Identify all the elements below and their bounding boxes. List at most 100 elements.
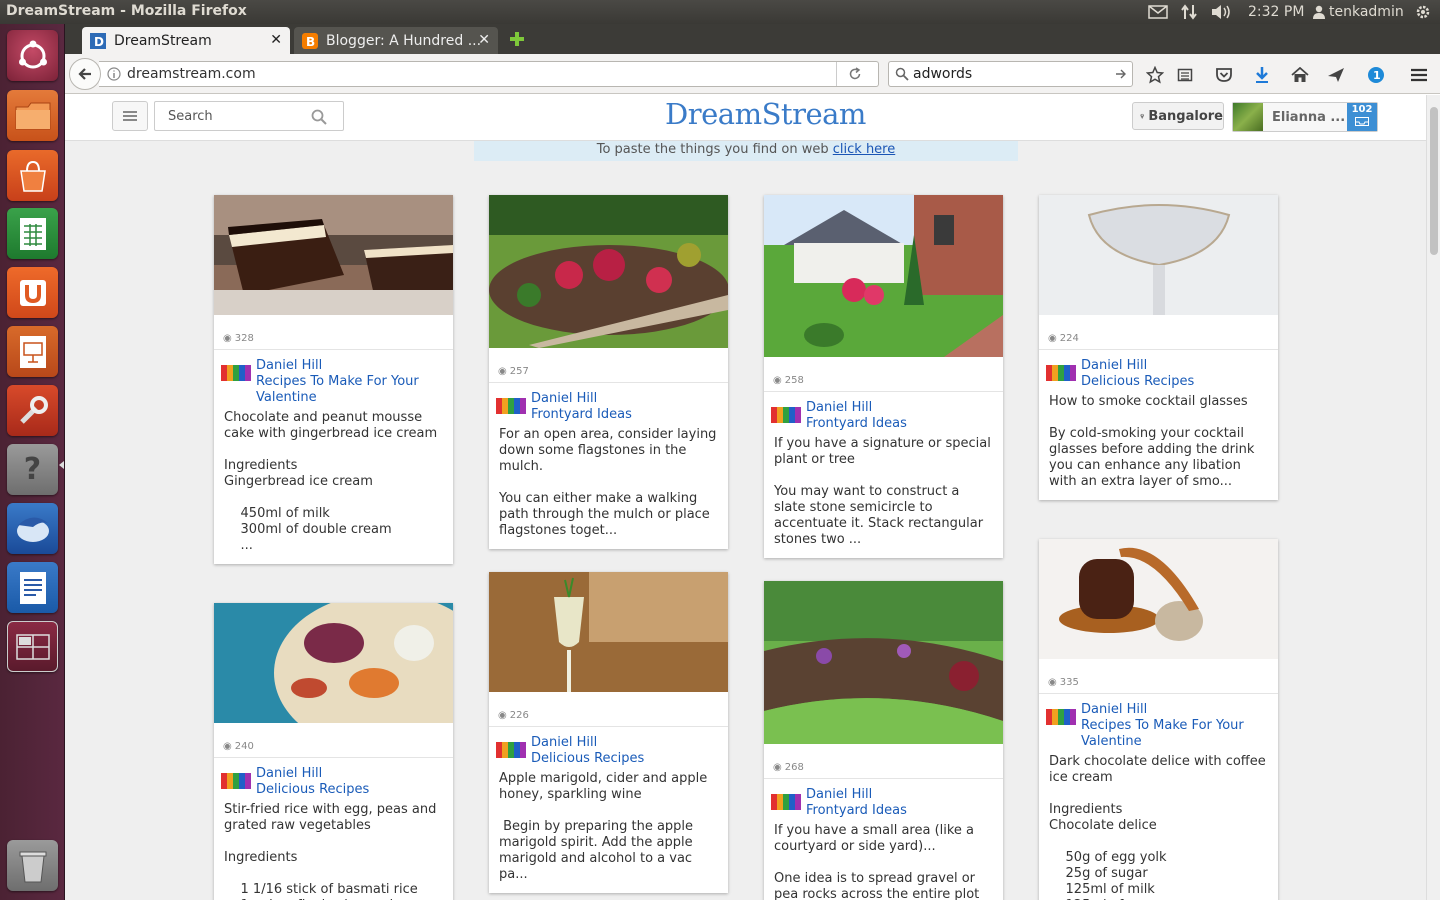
board-name-link[interactable]: Frontyard Ideas [806, 416, 993, 432]
board-name-link[interactable]: Frontyard Ideas [531, 407, 718, 423]
libreoffice-calc-icon[interactable] [7, 208, 58, 259]
workspace-switcher-icon[interactable] [7, 621, 58, 672]
scrollbar-thumb[interactable] [1430, 107, 1438, 255]
libreoffice-writer-icon[interactable] [7, 562, 58, 613]
pin-image-sparkling-wine[interactable] [489, 572, 728, 692]
pin-image-fried-rice[interactable] [214, 603, 453, 723]
reload-icon[interactable] [848, 67, 862, 81]
ubuntu-one-icon[interactable] [7, 267, 58, 318]
pin-image-chocolate-delice[interactable] [1039, 539, 1278, 659]
pin-image-sloped-garden[interactable] [764, 581, 1003, 744]
eye-icon: ◉ [1048, 332, 1057, 344]
pin-card[interactable]: ◉ 257 Daniel Hill Frontyard Ideas For an … [489, 195, 728, 549]
pin-image-garden-flagstones[interactable] [489, 195, 728, 348]
firefox-window: D DreamStream ✕ B Blogger: A Hundred ...… [65, 24, 1440, 900]
tab-close-icon[interactable]: ✕ [270, 32, 282, 48]
pin-image-frontyard-house[interactable] [764, 195, 1003, 357]
tab-close-icon[interactable]: ✕ [478, 32, 490, 48]
author-name-link[interactable]: Daniel Hill [531, 391, 718, 407]
tab-dreamstream[interactable]: D DreamStream ✕ [82, 27, 290, 54]
pin-card[interactable]: ◉ 226 Daniel Hill Delicious Recipes Apple… [489, 572, 728, 893]
volume-icon[interactable] [1210, 0, 1232, 24]
hamburger-menu-icon[interactable] [1408, 64, 1430, 86]
view-count-value: 335 [1059, 676, 1079, 688]
site-search-input[interactable]: Search [154, 101, 344, 131]
clock[interactable]: 2:32 PM [1248, 0, 1304, 24]
settings-gear-icon[interactable] [1414, 0, 1432, 24]
tab-blogger[interactable]: B Blogger: A Hundred ... ✕ [294, 27, 498, 54]
author-logo-icon [771, 407, 801, 423]
help-icon[interactable]: ? [7, 444, 58, 495]
libreoffice-impress-icon[interactable] [7, 326, 58, 377]
author-name-link[interactable]: Daniel Hill [806, 400, 993, 416]
author-name-link[interactable]: Daniel Hill [806, 787, 993, 803]
paste-banner-text: To paste the things you find on web [596, 142, 829, 157]
pin-card[interactable]: ◉ 258 Daniel Hill Frontyard Ideas If you … [764, 195, 1003, 558]
pin-author: Daniel Hill Delicious Recipes [489, 727, 728, 767]
software-center-icon[interactable] [7, 150, 58, 201]
author-logo-icon [221, 365, 251, 381]
system-settings-icon[interactable] [7, 385, 58, 436]
author-name-link[interactable]: Daniel Hill [1081, 702, 1268, 718]
site-header: Search DreamStream Bangalore Elianna ...… [65, 95, 1426, 141]
pin-card[interactable]: ◉ 268 Daniel Hill Frontyard Ideas If you … [764, 581, 1003, 900]
board-name-link[interactable]: Recipes To Make For Your Valentine [1081, 718, 1268, 750]
page-scrollbar[interactable] [1426, 95, 1440, 900]
user-account-button[interactable]: Elianna ... 102 [1232, 102, 1378, 132]
pin-card[interactable]: ◉ 328 Daniel Hill Recipes To Make For You… [214, 195, 453, 564]
board-name-link[interactable]: Delicious Recipes [531, 751, 718, 767]
files-folder-icon[interactable] [7, 90, 58, 141]
search-icon[interactable] [311, 109, 327, 125]
click-here-link[interactable]: click here [833, 142, 895, 157]
board-name-link[interactable]: Delicious Recipes [1081, 374, 1268, 390]
eye-icon: ◉ [773, 761, 782, 773]
author-name-link[interactable]: Daniel Hill [256, 766, 443, 782]
pin-card[interactable]: ◉ 335 Daniel Hill Recipes To Make For You… [1039, 539, 1278, 900]
author-name-link[interactable]: Daniel Hill [531, 735, 718, 751]
bookmark-star-icon[interactable] [1144, 64, 1166, 86]
pin-description: How to smoke cocktail glasses By cold-sm… [1049, 394, 1255, 489]
svg-text:D: D [94, 35, 104, 49]
pin-image-cocktail-glass[interactable] [1039, 195, 1278, 315]
blogger-favicon-icon: B [302, 32, 318, 49]
site-logo[interactable]: DreamStream [665, 97, 866, 131]
system-username: tenkadmin [1329, 4, 1404, 20]
pin-card[interactable]: ◉ 224 Daniel Hill Delicious Recipes How t… [1039, 195, 1278, 500]
notification-badge[interactable]: 102 [1347, 103, 1377, 131]
board-name-link[interactable]: Frontyard Ideas [806, 803, 993, 819]
info-icon[interactable] [107, 67, 121, 81]
svg-text:B: B [306, 35, 315, 49]
view-count: ◉ 258 [764, 357, 1003, 392]
author-name-link[interactable]: Daniel Hill [256, 358, 443, 374]
reading-list-icon[interactable] [1174, 64, 1196, 86]
mail-icon[interactable] [1148, 0, 1168, 24]
new-tab-icon[interactable] [508, 30, 526, 52]
network-icon[interactable] [1180, 0, 1198, 24]
view-count-value: 268 [784, 761, 804, 773]
view-count-value: 224 [1059, 332, 1079, 344]
search-go-icon[interactable] [1115, 68, 1127, 80]
thunderbird-icon[interactable] [7, 503, 58, 554]
board-name-link[interactable]: Recipes To Make For Your Valentine [256, 374, 443, 406]
trash-icon[interactable] [7, 840, 58, 891]
search-bar[interactable]: adwords [888, 61, 1133, 87]
downloads-icon[interactable] [1251, 64, 1273, 86]
extension-icon[interactable]: 1 [1365, 64, 1387, 86]
author-logo-icon [1046, 365, 1076, 381]
author-name-link[interactable]: Daniel Hill [1081, 358, 1268, 374]
back-button[interactable] [69, 58, 101, 90]
location-button[interactable]: Bangalore [1132, 102, 1224, 130]
pin-card[interactable]: ◉ 240 Daniel Hill Delicious Recipes Stir-… [214, 603, 453, 900]
site-menu-button[interactable] [112, 101, 148, 131]
pin-author: Daniel Hill Recipes To Make For Your Val… [1039, 694, 1278, 750]
user-menu[interactable]: tenkadmin [1312, 0, 1404, 24]
board-name-link[interactable]: Delicious Recipes [256, 782, 443, 798]
ubuntu-dash-icon[interactable] [7, 30, 58, 81]
home-icon[interactable] [1289, 64, 1311, 86]
menu-icon [123, 111, 137, 121]
pocket-icon[interactable] [1213, 64, 1235, 86]
send-tab-icon[interactable] [1325, 64, 1347, 86]
url-bar[interactable]: dreamstream.com [99, 61, 879, 87]
pin-image-chocolate-cake[interactable] [214, 195, 453, 315]
pin-author: Daniel Hill Frontyard Ideas [489, 383, 728, 423]
